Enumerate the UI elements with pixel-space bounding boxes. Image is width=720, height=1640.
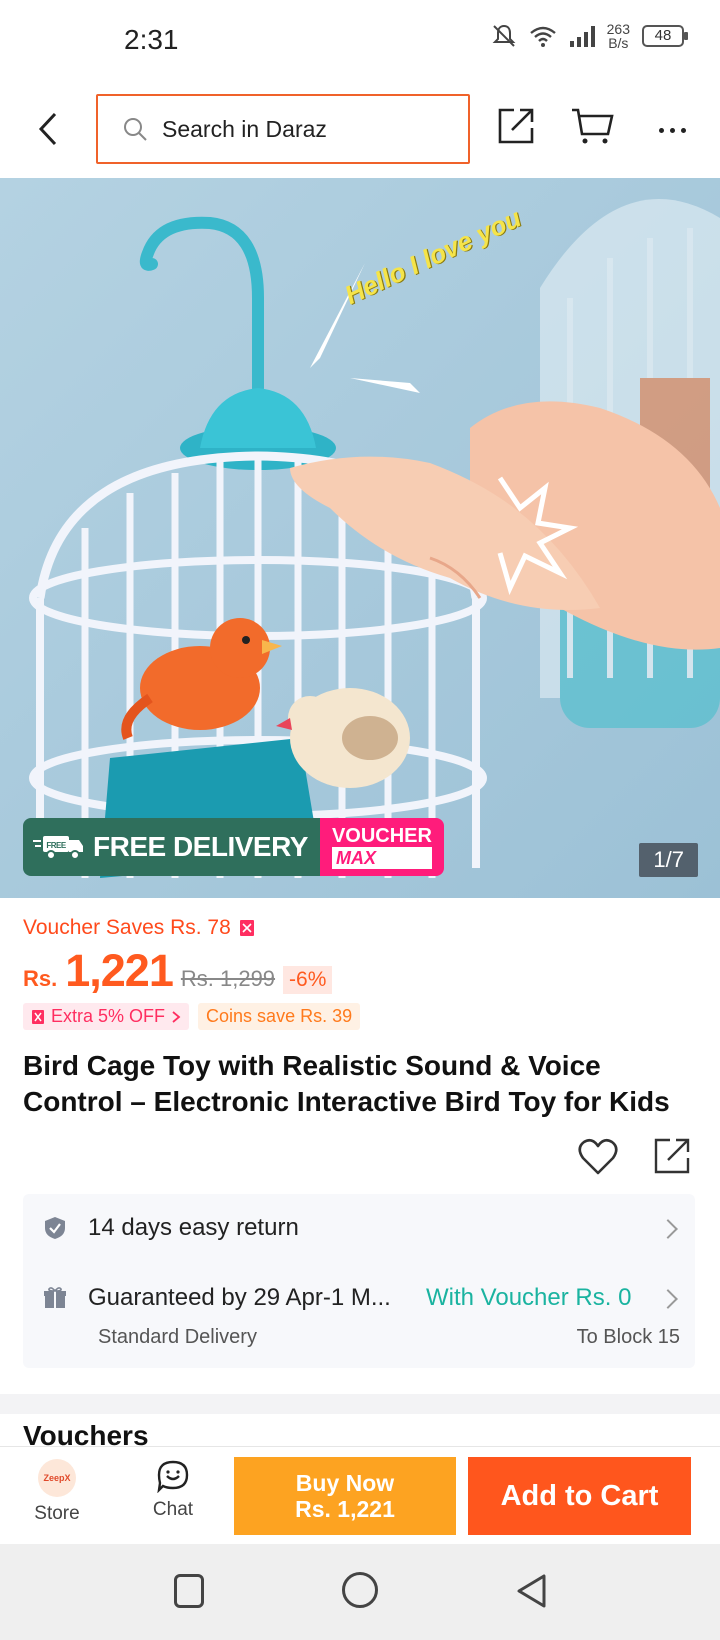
voucher-max-label: MAX [331, 847, 432, 869]
free-tag-text: FREE [46, 841, 67, 850]
voucher-saves-text: Voucher Saves Rs. 78 [23, 916, 231, 939]
voucher-icon [32, 1009, 44, 1024]
share-icon [654, 1138, 690, 1174]
back-button[interactable] [28, 104, 68, 154]
free-delivery-badge: FREE FREE DELIVERY [23, 818, 320, 876]
buy-now-label: Buy Now [295, 1470, 395, 1496]
chat-button[interactable]: Chat [140, 1459, 206, 1539]
net-speed: 263 B/s [607, 22, 630, 50]
chevron-right-icon [172, 1010, 181, 1023]
recent-apps-button[interactable] [174, 1574, 204, 1608]
share-button[interactable] [496, 106, 544, 154]
product-image-carousel[interactable]: Hello I love you FREE FREE DELIVERY VOUC… [0, 178, 720, 898]
net-speed-value: 263 [606, 21, 630, 37]
return-policy-label: 14 days easy return [88, 1214, 299, 1241]
net-speed-unit: B/s [608, 35, 629, 51]
more-options-button[interactable] [650, 106, 694, 154]
price-currency: Rs. [23, 966, 58, 991]
return-policy-row[interactable]: 14 days easy return [23, 1194, 695, 1264]
home-button[interactable] [342, 1572, 378, 1608]
voucher-max-badge: VOUCHER MAX [319, 818, 444, 876]
search-placeholder: Search in Daraz [162, 115, 327, 142]
header: Search in Daraz [0, 82, 720, 178]
mute-notification-icon [492, 24, 516, 47]
delivery-destination: To Block 15 [576, 1326, 680, 1348]
original-price: Rs. 1,299 [180, 966, 276, 991]
image-counter: 1/7 [639, 843, 698, 877]
store-logo: ZeepX [38, 1459, 76, 1497]
share-icon [498, 108, 534, 144]
delivery-guarantee-label: Guaranteed by 29 Apr-1 M... [88, 1284, 391, 1311]
chat-label: Chat [152, 1499, 194, 1520]
promo-row: Extra 5% OFF Coins save Rs. 39 [23, 1003, 361, 1030]
more-dot-icon [658, 127, 664, 133]
gift-box-icon [44, 1287, 66, 1308]
free-delivery-label: FREE DELIVERY [93, 831, 308, 862]
bottom-action-bar: ZeepX Store Chat Buy Now Rs. 1,221 Add t… [0, 1446, 720, 1544]
voucher-saves[interactable]: Voucher Saves Rs. 78 [23, 916, 255, 940]
coins-save-promo[interactable]: Coins save Rs. 39 [198, 1003, 361, 1030]
search-input[interactable]: Search in Daraz [96, 94, 470, 164]
voucher-label: VOUCHER [331, 825, 432, 847]
store-label: Store [34, 1503, 80, 1524]
system-back-button[interactable] [514, 1572, 550, 1610]
status-bar: 2:31 263 B/s 48 [0, 0, 720, 82]
chat-icon [157, 1460, 189, 1493]
buy-now-button[interactable]: Buy Now Rs. 1,221 [234, 1457, 456, 1535]
section-divider [0, 1394, 720, 1414]
cart-icon [572, 108, 614, 144]
price-row: Rs. 1,221 Rs. 1,299 -6% [23, 945, 333, 997]
delivery-truck-icon: FREE [33, 836, 83, 860]
voucher-icon [239, 920, 254, 936]
shield-check-icon [45, 1217, 65, 1239]
product-share-button[interactable] [652, 1136, 694, 1178]
status-time: 2:31 [124, 24, 179, 55]
price-value: 1,221 [65, 945, 174, 996]
discount-badge: -6% [283, 966, 333, 994]
cart-button[interactable] [570, 106, 620, 154]
buy-now-price: Rs. 1,221 [295, 1496, 395, 1522]
system-nav-bar [0, 1544, 720, 1640]
signal-icon [569, 26, 595, 47]
heart-icon [578, 1138, 618, 1175]
extra-off-promo[interactable]: Extra 5% OFF [23, 1003, 190, 1030]
wishlist-button[interactable] [578, 1138, 620, 1178]
chevron-left-icon [38, 112, 57, 146]
chevron-right-icon [658, 1219, 678, 1239]
extra-off-text: Extra 5% OFF [51, 1006, 166, 1026]
search-icon [124, 118, 147, 141]
delivery-type: Standard Delivery [98, 1326, 257, 1348]
battery-icon: 48 [642, 25, 688, 47]
chevron-right-icon [658, 1289, 678, 1309]
delivery-guarantee-row[interactable]: Guaranteed by 29 Apr-1 M... With Voucher… [23, 1270, 695, 1360]
free-delivery-voucher-badge: FREE FREE DELIVERY VOUCHER MAX [23, 818, 444, 876]
store-button[interactable]: ZeepX Store [24, 1459, 90, 1539]
delivery-voucher-text: With Voucher Rs. 0 [426, 1284, 632, 1311]
status-icons: 263 B/s 48 [491, 22, 688, 50]
wifi-icon [529, 26, 556, 47]
more-dot-icon [680, 127, 686, 133]
delivery-card: 14 days easy return Guaranteed by 29 Apr… [23, 1194, 695, 1368]
product-title: Bird Cage Toy with Realistic Sound & Voi… [23, 1050, 670, 1117]
add-to-cart-button[interactable]: Add to Cart [468, 1457, 691, 1535]
more-dot-icon [669, 127, 675, 133]
